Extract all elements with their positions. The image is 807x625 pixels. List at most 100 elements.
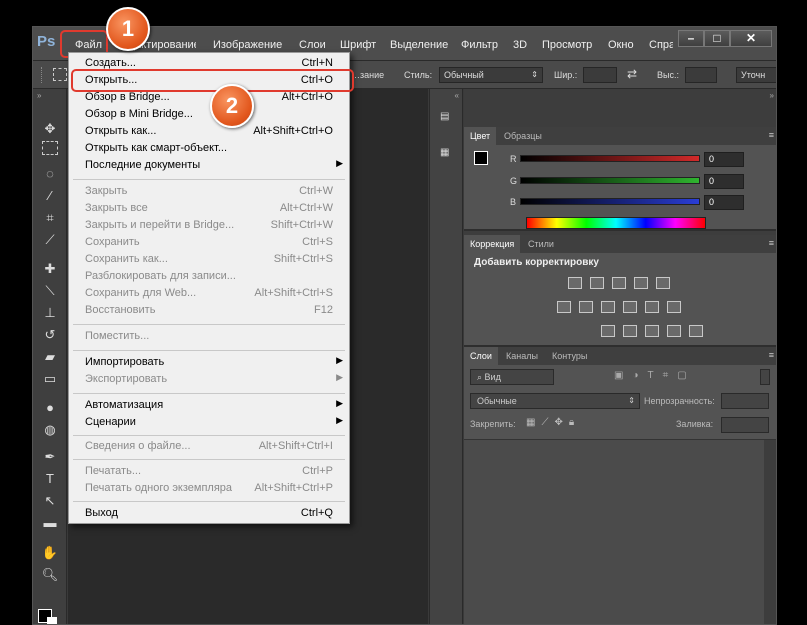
- shape-tool-icon[interactable]: ▬: [40, 513, 60, 533]
- menu-item-import[interactable]: Импортировать ▶: [69, 355, 349, 372]
- menu-item-open-as[interactable]: Открыть как... Alt+Shift+Ctrl+O: [69, 124, 349, 141]
- history-icon[interactable]: ▤: [440, 111, 456, 127]
- menu-item-save-as[interactable]: Сохранить как... Shift+Ctrl+S: [69, 252, 349, 269]
- width-input[interactable]: [583, 67, 617, 83]
- style-select[interactable]: Обычный ⇕: [439, 67, 543, 83]
- menu-item-close-go-bridge[interactable]: Закрыть и перейти в Bridge... Shift+Ctrl+…: [69, 218, 349, 235]
- blend-mode-select[interactable]: Обычные ⇕: [470, 393, 640, 409]
- menu-item-browse-mini-bridge[interactable]: Обзор в Mini Bridge...: [69, 107, 349, 124]
- tab-adjustments[interactable]: Коррекция: [464, 235, 521, 253]
- panel-menu-icon[interactable]: ≡: [769, 238, 774, 248]
- zoom-tool-icon[interactable]: 🔍︎: [40, 565, 60, 585]
- menu-item-close[interactable]: Закрыть Ctrl+W: [69, 184, 349, 201]
- menu-view[interactable]: Просмотр: [542, 39, 592, 51]
- color-lookup-icon[interactable]: [667, 301, 681, 313]
- menu-help[interactable]: Справка: [649, 39, 673, 51]
- green-slider[interactable]: [520, 177, 700, 184]
- black-white-icon[interactable]: [601, 301, 615, 313]
- menu-layers[interactable]: Слои: [299, 39, 326, 51]
- collapse-icon[interactable]: »: [770, 91, 774, 100]
- menu-filter[interactable]: Фильтр: [461, 39, 498, 51]
- menu-item-scripts[interactable]: Сценарии ▶: [69, 415, 349, 432]
- history-brush-tool-icon[interactable]: ↺: [40, 325, 60, 345]
- menu-item-automate[interactable]: Автоматизация ▶: [69, 398, 349, 415]
- menu-item-close-all[interactable]: Закрыть все Alt+Ctrl+W: [69, 201, 349, 218]
- levels-icon[interactable]: [590, 277, 604, 289]
- hand-tool-icon[interactable]: ✋: [40, 543, 60, 563]
- photo-filter-icon[interactable]: [623, 301, 637, 313]
- menu-3d[interactable]: 3D: [513, 39, 527, 51]
- quick-select-tool-icon[interactable]: ⁄: [40, 186, 60, 206]
- invert-icon[interactable]: [601, 325, 615, 337]
- gradient-map-icon[interactable]: [667, 325, 681, 337]
- hue-saturation-icon[interactable]: [557, 301, 571, 313]
- background-color-swatch[interactable]: [47, 617, 57, 624]
- swap-icon[interactable]: ⇄: [627, 67, 637, 81]
- posterize-icon[interactable]: [623, 325, 637, 337]
- green-value-input[interactable]: 0: [704, 174, 744, 189]
- fill-input[interactable]: [721, 417, 769, 433]
- lock-icons[interactable]: ▦⟋✥🔒︎: [526, 417, 580, 428]
- vibrance-icon[interactable]: [656, 277, 670, 289]
- filter-toggle[interactable]: [760, 369, 770, 385]
- tab-color[interactable]: Цвет: [464, 127, 497, 145]
- exposure-icon[interactable]: [634, 277, 648, 289]
- menu-item-unlock[interactable]: Разблокировать для записи...: [69, 269, 349, 286]
- menu-item-print[interactable]: Печатать... Ctrl+P: [69, 464, 349, 481]
- panel-menu-icon[interactable]: ≡: [769, 130, 774, 140]
- collapse-icon[interactable]: «: [455, 91, 459, 100]
- brightness-icon[interactable]: [568, 277, 582, 289]
- refine-edge-button[interactable]: Уточн: [736, 67, 776, 83]
- type-tool-icon[interactable]: T: [40, 469, 60, 489]
- menu-select[interactable]: Выделение: [390, 39, 448, 51]
- opacity-input[interactable]: [721, 393, 769, 409]
- menu-item-print-one-copy[interactable]: Печатать одного экземпляра Alt+Shift+Ctrl…: [69, 481, 349, 498]
- properties-icon[interactable]: ▦: [440, 147, 456, 163]
- tab-channels[interactable]: Каналы: [500, 347, 544, 365]
- collapse-icon[interactable]: »: [37, 91, 41, 100]
- move-tool-icon[interactable]: ✥: [40, 119, 60, 139]
- color-spectrum-bar[interactable]: [526, 217, 706, 229]
- menu-window[interactable]: Окно: [608, 39, 634, 51]
- menu-item-exit[interactable]: Выход Ctrl+Q: [69, 506, 349, 523]
- crop-tool-icon[interactable]: ⌗: [40, 208, 60, 228]
- gradient-tool-icon[interactable]: ▭: [40, 369, 60, 389]
- tab-styles[interactable]: Стили: [522, 235, 560, 253]
- layers-list[interactable]: [464, 440, 764, 624]
- selective-color-icon[interactable]: [689, 325, 703, 337]
- menu-item-recent[interactable]: Последние документы ▶: [69, 158, 349, 175]
- tab-paths[interactable]: Контуры: [546, 347, 593, 365]
- layers-scrollbar[interactable]: [764, 440, 776, 624]
- red-slider[interactable]: [520, 155, 700, 162]
- rect-marquee-tool-icon[interactable]: [42, 141, 58, 155]
- pen-tool-icon[interactable]: ✒: [40, 447, 60, 467]
- maximize-button[interactable]: □: [704, 30, 730, 47]
- menu-item-browse-bridge[interactable]: Обзор в Bridge... Alt+Ctrl+O: [69, 90, 349, 107]
- menu-image[interactable]: Изображение: [213, 39, 282, 51]
- dodge-tool-icon[interactable]: ◍: [40, 420, 60, 440]
- blur-tool-icon[interactable]: ●: [40, 398, 60, 418]
- color-balance-icon[interactable]: [579, 301, 593, 313]
- brush-tool-icon[interactable]: ⟍: [40, 281, 60, 301]
- red-value-input[interactable]: 0: [704, 152, 744, 167]
- menu-item-export[interactable]: Экспортировать ▶: [69, 372, 349, 389]
- tab-layers[interactable]: Слои: [464, 347, 498, 365]
- eyedropper-tool-icon[interactable]: ⟋: [40, 230, 60, 250]
- curves-icon[interactable]: [612, 277, 626, 289]
- minimize-button[interactable]: –: [678, 30, 704, 47]
- height-input[interactable]: [685, 67, 717, 83]
- layer-filter-icons[interactable]: ▣◑T⌗▢: [614, 370, 696, 381]
- foreground-color-swatch[interactable]: [474, 151, 488, 165]
- layer-filter-select[interactable]: ⌕ Вид: [470, 369, 554, 385]
- healing-brush-tool-icon[interactable]: ✚: [40, 259, 60, 279]
- menu-item-revert[interactable]: Восстановить F12: [69, 303, 349, 320]
- close-button[interactable]: ✕: [730, 30, 772, 47]
- path-select-tool-icon[interactable]: ↖: [40, 491, 60, 511]
- threshold-icon[interactable]: [645, 325, 659, 337]
- clone-stamp-tool-icon[interactable]: ⊥: [40, 303, 60, 323]
- marquee-tool-icon[interactable]: [53, 68, 67, 81]
- blue-value-input[interactable]: 0: [704, 195, 744, 210]
- menu-item-save-for-web[interactable]: Сохранить для Web... Alt+Shift+Ctrl+S: [69, 286, 349, 303]
- menu-item-open-smart-object[interactable]: Открыть как смарт-объект...: [69, 141, 349, 158]
- lasso-tool-icon[interactable]: ◌: [40, 164, 60, 184]
